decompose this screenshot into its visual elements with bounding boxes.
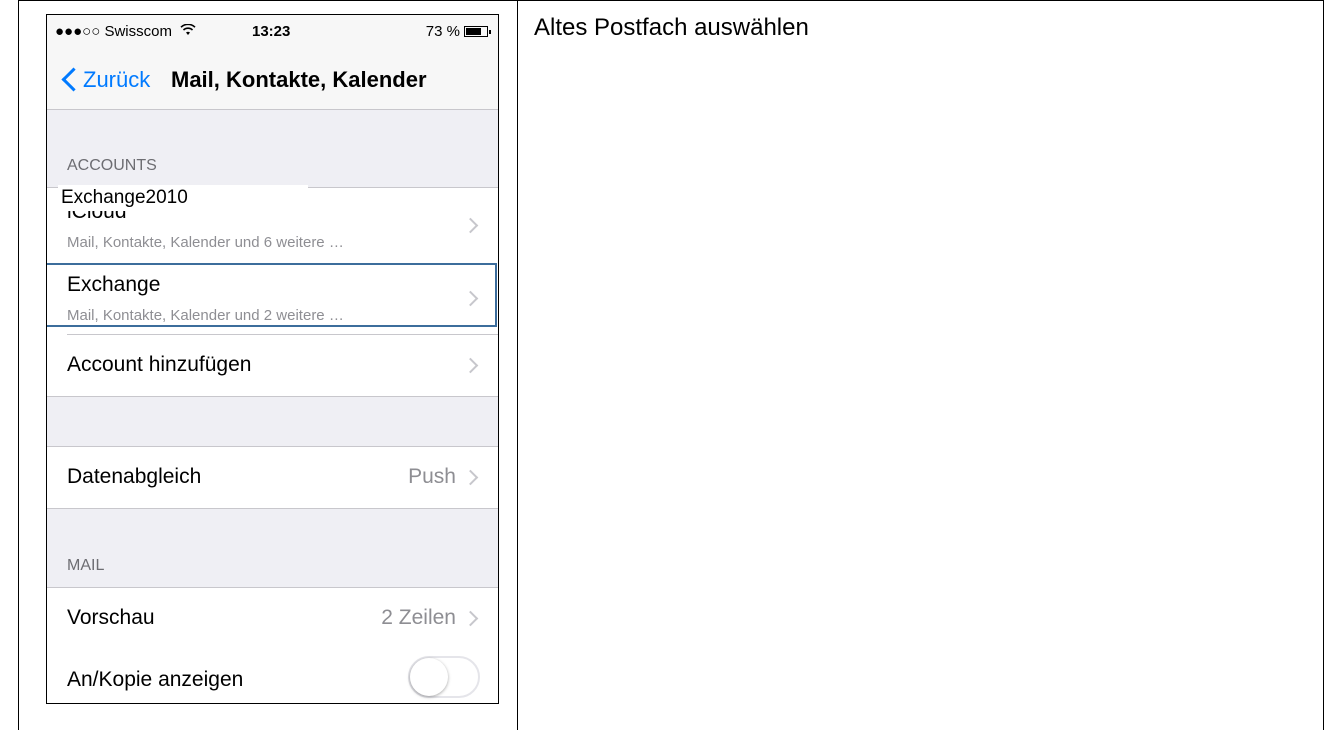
section-header-mail: MAIL xyxy=(67,557,105,574)
show-to-cc-toggle[interactable] xyxy=(408,656,480,698)
show-to-cc-row: An/Kopie anzeigen xyxy=(47,648,498,703)
battery-icon xyxy=(464,26,491,37)
section-header-accounts: ACCOUNTS xyxy=(67,157,157,174)
table-border-top xyxy=(18,0,1324,1)
wifi-icon xyxy=(180,23,196,40)
status-time: 13:23 xyxy=(252,23,291,40)
battery-status: 73 % xyxy=(425,23,491,40)
add-account-row[interactable]: Account hinzufügen xyxy=(47,335,498,397)
table-border-right xyxy=(1323,0,1324,730)
battery-percent: 73 % xyxy=(425,23,460,40)
chevron-right-icon xyxy=(462,469,479,486)
fetch-label: Datenabgleich xyxy=(67,465,202,488)
back-button[interactable]: Zurück xyxy=(83,67,150,93)
show-to-cc-label: An/Kopie anzeigen xyxy=(67,668,244,691)
preview-label: Vorschau xyxy=(67,606,155,629)
battery-tip xyxy=(489,30,491,34)
account-subtitle: Mail, Kontakte, Kalender und 6 weitere … xyxy=(67,234,344,251)
preview-value: 2 Zeilen xyxy=(381,606,456,629)
back-chevron-icon[interactable] xyxy=(61,67,86,92)
carrier-text: ●●●○○ Swisscom xyxy=(55,23,172,40)
page-title: Mail, Kontakte, Kalender xyxy=(171,67,427,92)
table-border-left xyxy=(18,0,19,730)
table-divider xyxy=(517,0,518,730)
chevron-right-icon xyxy=(462,357,479,374)
account-rename-label: Exchange2010 xyxy=(58,185,308,211)
phone-screenshot: ●●●○○ Swisscom 13:23 73 % Zurück Mail, K… xyxy=(46,14,499,704)
add-account-label: Account hinzufügen xyxy=(67,353,252,376)
fetch-row[interactable]: Datenabgleich Push xyxy=(47,446,498,509)
navigation-bar: Zurück Mail, Kontakte, Kalender xyxy=(47,51,498,110)
overlay-label-text: Exchange2010 xyxy=(61,187,188,208)
carrier-label: ●●●○○ Swisscom xyxy=(55,23,196,40)
battery-fill xyxy=(466,28,481,35)
fetch-value: Push xyxy=(408,465,456,488)
chevron-right-icon xyxy=(462,217,479,234)
preview-row[interactable]: Vorschau 2 Zeilen xyxy=(47,587,498,649)
selection-highlight-box xyxy=(47,263,497,327)
toggle-knob xyxy=(410,658,448,696)
chevron-right-icon xyxy=(462,610,479,627)
status-bar: ●●●○○ Swisscom 13:23 73 % xyxy=(47,15,498,51)
step-caption: Altes Postfach auswählen xyxy=(534,14,809,41)
